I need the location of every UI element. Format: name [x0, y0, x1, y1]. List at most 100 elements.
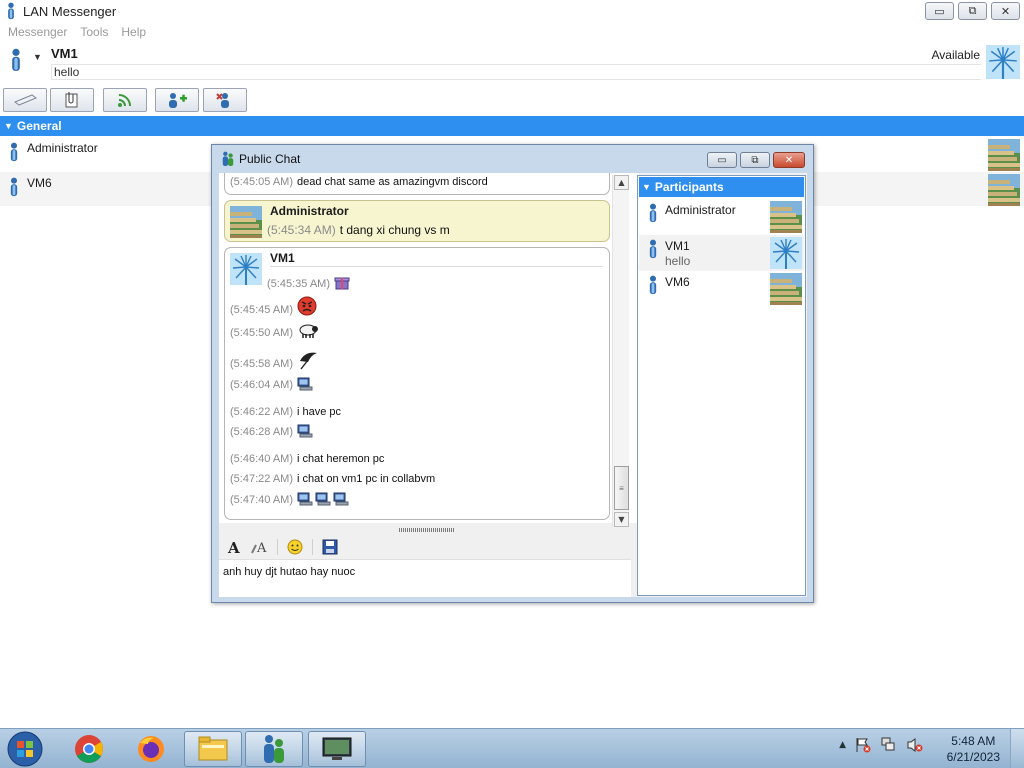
- menu-help[interactable]: Help: [121, 25, 146, 39]
- message-timestamp: (5:45:50 AM): [230, 327, 293, 339]
- participants-panel: ▼ Participants Administrator VM1 hello V…: [637, 175, 806, 596]
- status-dropdown-icon[interactable]: ▼: [33, 52, 42, 62]
- menu-messenger[interactable]: Messenger: [8, 25, 67, 39]
- start-button[interactable]: [2, 730, 48, 768]
- chat-title-bar: Public Chat ▭ ⧉ ✕: [212, 145, 813, 173]
- sender-avatar: [230, 206, 262, 238]
- action-center-flag-icon[interactable]: [854, 737, 872, 753]
- show-hidden-icons-icon[interactable]: ▲: [839, 740, 846, 750]
- scrollbar-thumb[interactable]: ≡: [614, 466, 629, 510]
- menu-tools[interactable]: Tools: [80, 25, 108, 39]
- taskbar: ▲ 5:48 AM 6/21/2023: [0, 728, 1024, 768]
- message-line: (5:47:22 AM) i chat on vm1 pc in collabv…: [230, 473, 435, 485]
- message-text: dead chat same as amazingvm discord: [296, 176, 488, 188]
- message-text: t dang xi chung vs m: [339, 223, 450, 237]
- message-line: (5:46:28 AM): [230, 424, 313, 438]
- font-icon: A: [227, 539, 240, 555]
- message-line: (5:46:04 AM): [230, 377, 313, 391]
- chat-button[interactable]: [3, 88, 47, 112]
- status-person-icon[interactable]: [9, 48, 23, 72]
- file-explorer-icon: [198, 736, 228, 761]
- computer-icon: [315, 492, 331, 506]
- participant-item[interactable]: VM6: [639, 271, 804, 307]
- scroll-down-button[interactable]: ▼: [614, 512, 629, 527]
- participant-avatar: [770, 237, 802, 269]
- chat-client-area: (5:45:05 AM) dead chat same as amazingvm…: [219, 173, 807, 597]
- participant-name: Administrator: [665, 203, 736, 217]
- participants-header[interactable]: ▼ Participants: [639, 177, 804, 197]
- toolbar-separator: [312, 539, 313, 555]
- font-button[interactable]: A: [225, 538, 243, 556]
- public-chat-window: Public Chat ▭ ⧉ ✕ (5:45:05 AM) dead chat…: [211, 144, 814, 603]
- emoticon-button[interactable]: [286, 538, 304, 556]
- lan-messenger-icon: [222, 151, 234, 166]
- user-header: ▼ VM1 hello Available: [0, 43, 1024, 83]
- expand-triangle-icon: ▼: [642, 182, 651, 192]
- save-button[interactable]: [321, 538, 339, 556]
- remove-contact-icon: [216, 93, 229, 108]
- user-avatar[interactable]: [986, 45, 1020, 79]
- group-general-header[interactable]: ▼ General: [0, 116, 1024, 136]
- transcript-scrollbar[interactable]: ▲ ≡ ▼: [612, 175, 629, 527]
- message-sender: Administrator: [270, 204, 349, 218]
- chat-transcript[interactable]: (5:45:05 AM) dead chat same as amazingvm…: [219, 173, 639, 523]
- font-color-icon: A: [251, 541, 267, 555]
- network-icon[interactable]: [880, 737, 898, 753]
- splitter-handle[interactable]: [399, 528, 455, 532]
- gift-icon: [334, 277, 350, 290]
- remove-contact-button[interactable]: [203, 88, 247, 112]
- user-name: VM1: [51, 46, 78, 61]
- system-tray: ▲: [839, 737, 924, 753]
- person-status-icon: [8, 142, 20, 162]
- message-timestamp: (5:46:40 AM): [230, 453, 293, 465]
- message-sender: VM1: [270, 251, 295, 265]
- participant-item[interactable]: Administrator: [639, 199, 804, 235]
- maximize-button[interactable]: ⧉: [958, 2, 987, 20]
- toolbar-separator: [277, 539, 278, 555]
- message-text: i have pc: [296, 406, 342, 418]
- scroll-up-button[interactable]: ▲: [614, 175, 629, 190]
- person-status-icon: [8, 177, 20, 197]
- message-line: (5:45:58 AM): [230, 350, 319, 370]
- message-timestamp: (5:45:05 AM): [230, 176, 293, 188]
- chat-close-button[interactable]: ✕: [773, 152, 805, 168]
- toolbar: [0, 88, 1024, 112]
- broadcast-button[interactable]: [103, 88, 147, 112]
- clock-time: 5:48 AM: [951, 734, 996, 748]
- chat-minimize-button[interactable]: ▭: [707, 152, 737, 168]
- volume-muted-icon[interactable]: [906, 737, 924, 753]
- firefox-icon: [138, 736, 164, 762]
- message-line: (5:46:22 AM) i have pc: [230, 406, 341, 418]
- save-icon: [322, 539, 338, 555]
- sender-avatar: [230, 253, 262, 285]
- taskbar-file-explorer[interactable]: [184, 731, 242, 767]
- contact-name: VM6: [27, 176, 52, 190]
- person-status-icon: [647, 275, 659, 295]
- participant-avatar: [770, 273, 802, 305]
- message-input[interactable]: anh huy djt hutao hay nuoc: [219, 559, 631, 597]
- close-button[interactable]: ✕: [991, 2, 1020, 20]
- taskbar-monitor-app[interactable]: [308, 731, 366, 767]
- message-timestamp: (5:45:58 AM): [230, 358, 293, 370]
- participant-avatar: [770, 201, 802, 233]
- group-name: General: [16, 119, 62, 133]
- show-desktop-button[interactable]: [1010, 729, 1024, 768]
- chat-maximize-button[interactable]: ⧉: [740, 152, 770, 168]
- chrome-icon: [75, 735, 103, 763]
- add-contact-button[interactable]: [155, 88, 199, 112]
- taskbar-lan-messenger[interactable]: [245, 731, 303, 767]
- chat-window-title: Public Chat: [239, 152, 301, 166]
- system-clock[interactable]: 5:48 AM 6/21/2023: [947, 733, 1000, 765]
- font-color-button[interactable]: A: [251, 538, 269, 556]
- participant-item[interactable]: VM1 hello: [639, 235, 804, 271]
- file-transfer-button[interactable]: [50, 88, 94, 112]
- message-bubble-administrator: Administrator (5:45:34 AM) t dang xi chu…: [224, 200, 610, 242]
- svg-text:A: A: [227, 539, 240, 555]
- status-message-input[interactable]: hello: [51, 64, 981, 80]
- minimize-button[interactable]: ▭: [925, 2, 954, 20]
- availability-label[interactable]: Available: [932, 48, 980, 62]
- taskbar-firefox[interactable]: [122, 731, 180, 767]
- computer-icon: [297, 377, 313, 391]
- contact-name: Administrator: [27, 141, 98, 155]
- taskbar-chrome[interactable]: [60, 731, 118, 767]
